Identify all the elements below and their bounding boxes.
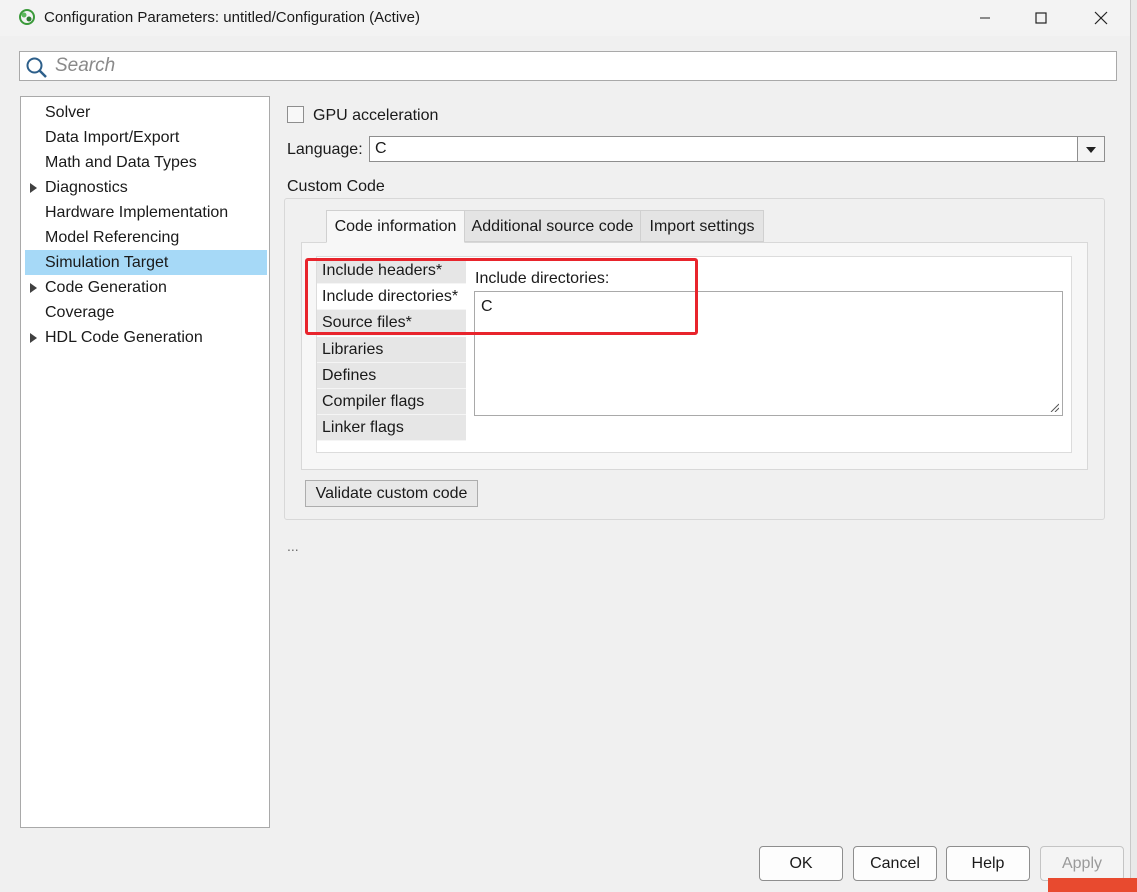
tree-item-label: Model Referencing (45, 229, 180, 246)
tree-item-label: Coverage (45, 304, 115, 321)
tree-item-hdl-code-generation[interactable]: HDL Code Generation (25, 325, 267, 350)
tree-item-code-generation[interactable]: Code Generation (25, 275, 267, 300)
tree-item-coverage[interactable]: Coverage (25, 300, 267, 325)
language-select[interactable]: C (369, 136, 1105, 162)
tab-import-settings[interactable]: Import settings (640, 210, 764, 242)
tree-item-label: Solver (45, 104, 91, 121)
language-value: C (375, 140, 387, 157)
tree-item-model-referencing[interactable]: Model Referencing (25, 225, 267, 250)
tree-item-label: Hardware Implementation (45, 204, 229, 221)
tree-item-hardware-implementation[interactable]: Hardware Implementation (25, 200, 267, 225)
tree-item-label: Math and Data Types (45, 154, 197, 171)
code-info-item-libraries[interactable]: Libraries (317, 336, 466, 363)
background-red-button (1048, 878, 1137, 892)
close-icon (1094, 11, 1108, 25)
tree-item-simulation-target[interactable]: Simulation Target (25, 250, 267, 275)
tree-item-label: HDL Code Generation (45, 329, 203, 346)
tree-item-solver[interactable]: Solver (25, 100, 267, 125)
simulink-app-icon (19, 9, 35, 25)
config-dialog: Configuration Parameters: untitled/Confi… (0, 0, 1131, 892)
help-button[interactable]: Help (946, 846, 1030, 881)
chevron-down-icon[interactable] (1077, 137, 1104, 161)
tree-item-label: Simulation Target (45, 254, 169, 271)
code-info-item-compiler-flags[interactable]: Compiler flags (317, 389, 466, 415)
validate-custom-code-button[interactable]: Validate custom code (305, 480, 478, 507)
tab-additional-source-code[interactable]: Additional source code (464, 210, 641, 242)
minimize-button[interactable] (962, 0, 1008, 36)
apply-button[interactable]: Apply (1040, 846, 1124, 881)
tree-item-diagnostics[interactable]: Diagnostics (25, 175, 267, 200)
code-info-item-defines[interactable]: Defines (317, 362, 466, 389)
expand-arrow-icon[interactable] (30, 333, 37, 343)
tab-code-information[interactable]: Code information (326, 210, 465, 243)
more-ellipsis: ... (287, 538, 299, 554)
tree-item-data-import-export[interactable]: Data Import/Export (25, 125, 267, 150)
minimize-icon (980, 17, 990, 19)
cancel-button[interactable]: Cancel (853, 846, 937, 881)
category-tree: Solver Data Import/Export Math and Data Ty… (20, 96, 270, 828)
maximize-icon (1035, 12, 1047, 24)
annotation-highlight-box (305, 258, 698, 335)
tree-item-label: Code Generation (45, 279, 167, 296)
tree-item-math-and-data-types[interactable]: Math and Data Types (25, 150, 267, 175)
expand-arrow-icon[interactable] (30, 283, 37, 293)
window-title: Configuration Parameters: untitled/Confi… (44, 9, 421, 26)
search-icon (26, 57, 47, 78)
language-label: Language: (287, 141, 363, 158)
resize-grip-icon[interactable] (1049, 402, 1059, 412)
title-bar: Configuration Parameters: untitled/Confi… (0, 0, 1130, 36)
search-placeholder: Search (55, 55, 116, 76)
tree-item-label: Data Import/Export (45, 129, 180, 146)
gpu-acceleration-label: GPU acceleration (313, 107, 439, 124)
close-button[interactable] (1078, 0, 1124, 36)
background-window-edge (1131, 0, 1137, 892)
custom-code-heading: Custom Code (287, 178, 385, 195)
ok-button[interactable]: OK (759, 846, 843, 881)
code-info-item-linker-flags[interactable]: Linker flags (317, 415, 466, 442)
gpu-acceleration-checkbox[interactable] (287, 106, 304, 123)
tree-item-label: Diagnostics (45, 179, 128, 196)
search-input[interactable]: Search (19, 51, 1117, 81)
maximize-button[interactable] (1018, 0, 1064, 36)
expand-arrow-icon[interactable] (30, 183, 37, 193)
